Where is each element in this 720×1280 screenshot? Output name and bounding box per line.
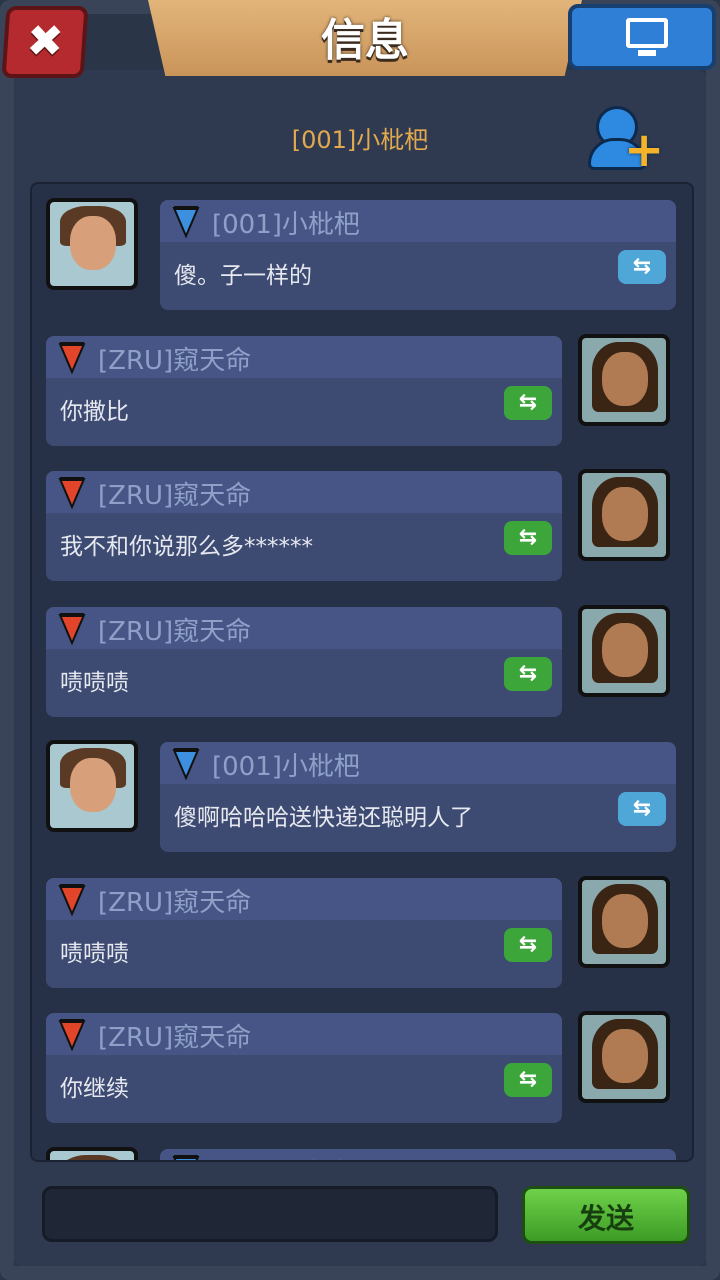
- close-button[interactable]: ✖: [1, 6, 89, 78]
- message-bubble: [ZRU]窥天命你继续 ⇆: [46, 1013, 562, 1123]
- bubble-header: [ZRU]窥天命: [46, 335, 562, 378]
- sender-name[interactable]: [ZRU]窥天命: [98, 1017, 251, 1054]
- add-friend-button[interactable]: +: [584, 100, 665, 178]
- translate-icon[interactable]: ⇆: [504, 656, 552, 691]
- message-bubble: [001]小枇杷傻啊哈哈哈送快递还聪明人了 ⇆: [160, 742, 676, 852]
- monitor-stand: [638, 50, 656, 56]
- translate-icon[interactable]: ⇆: [504, 521, 552, 555]
- red-banner-icon: [58, 611, 86, 646]
- blue-banner-icon: [172, 204, 200, 239]
- message-bubble: [001]小枇杷傻。子一样的 ⇆: [160, 200, 676, 310]
- red-banner-icon: [58, 1017, 86, 1052]
- red-banner-icon: [58, 882, 86, 917]
- bubble-header: [001]小枇杷: [160, 1148, 676, 1161]
- send-button[interactable]: 发送: [522, 1186, 690, 1244]
- blue-banner-icon: [172, 746, 200, 781]
- message-bubble: [ZRU]窥天命啧啧啧 ⇆: [46, 877, 562, 988]
- chat-message: [ZRU]窥天命你继续 ⇆: [32, 997, 692, 1123]
- avatar[interactable]: [578, 604, 670, 697]
- chat-message: [ZRU]窥天命你撒比 ⇆: [32, 320, 692, 446]
- message-bubble: [001]小枇杷⇆: [160, 1148, 676, 1161]
- message-input[interactable]: [42, 1186, 498, 1242]
- sender-name[interactable]: [ZRU]窥天命: [98, 475, 251, 512]
- translate-icon[interactable]: ⇆: [504, 927, 552, 962]
- avatar[interactable]: [578, 875, 670, 968]
- translate-icon[interactable]: ⇆: [504, 1063, 552, 1097]
- message-text: 傻啊哈哈哈送快递还聪明人了: [174, 805, 473, 831]
- message-bubble: [ZRU]窥天命你撒比 ⇆: [46, 335, 562, 446]
- message-text: 你继续: [60, 1076, 129, 1102]
- translate-icon[interactable]: ⇆: [618, 250, 666, 284]
- translate-icon[interactable]: ⇆: [618, 792, 666, 826]
- translate-icon[interactable]: ⇆: [504, 385, 552, 420]
- message-text: 我不和你说那么多******: [60, 534, 313, 560]
- page-title: 信息: [321, 15, 409, 66]
- sender-name[interactable]: [001]小枇杷: [212, 746, 360, 783]
- message-bubble: [ZRU]窥天命啧啧啧 ⇆: [46, 606, 562, 717]
- avatar[interactable]: [46, 198, 138, 290]
- close-icon: ✖: [24, 16, 66, 67]
- message-text: 啧啧啧: [60, 940, 129, 967]
- bubble-header: [ZRU]窥天命: [46, 606, 562, 649]
- blue-banner-icon: [172, 1153, 200, 1160]
- avatar[interactable]: [578, 333, 670, 426]
- avatar[interactable]: [578, 1011, 670, 1103]
- message-text: 傻。子一样的: [174, 263, 312, 289]
- red-banner-icon: [58, 340, 86, 375]
- game-frame: 信息 ✖ [001]小枇杷 + [001]小枇杷 傻。子一样的 ⇆ [ZRU]窥天命你…: [0, 0, 720, 1280]
- bubble-header: [001]小枇杷: [160, 200, 676, 242]
- sender-name[interactable]: [ZRU]窥天命: [98, 340, 251, 377]
- sender-name[interactable]: [001]小枇杷: [212, 204, 360, 241]
- bubble-header: [001]小枇杷: [160, 742, 676, 784]
- chat-message: [ZRU]窥天命我不和你说那么多****** ⇆: [32, 455, 692, 581]
- chat-message: [001]小枇杷傻。子一样的 ⇆: [32, 184, 692, 310]
- chat-message: [001]小枇杷傻啊哈哈哈送快递还聪明人了 ⇆: [32, 726, 692, 852]
- monitor-icon: [626, 18, 668, 48]
- chat-message: [ZRU]窥天命啧啧啧 ⇆: [32, 862, 692, 988]
- bubble-header: [ZRU]窥天命: [46, 1013, 562, 1055]
- screen-button[interactable]: [568, 4, 716, 70]
- plus-icon: +: [624, 122, 665, 178]
- sender-name[interactable]: [ZRU]窥天命: [98, 611, 251, 648]
- avatar[interactable]: [46, 1146, 138, 1160]
- message-bubble: [ZRU]窥天命我不和你说那么多****** ⇆: [46, 471, 562, 581]
- send-label: 发送: [577, 1202, 634, 1235]
- sender-name[interactable]: [001]小枇杷: [212, 1153, 360, 1161]
- message-text: 你撒比: [60, 398, 129, 425]
- avatar[interactable]: [578, 469, 670, 561]
- chat-message: [ZRU]窥天命啧啧啧 ⇆: [32, 591, 692, 717]
- chat-message: [001]小枇杷⇆: [32, 1133, 692, 1161]
- red-banner-icon: [58, 475, 86, 510]
- avatar[interactable]: [46, 740, 138, 832]
- message-text: 啧啧啧: [60, 669, 129, 696]
- bubble-header: [ZRU]窥天命: [46, 471, 562, 513]
- chat-list[interactable]: [001]小枇杷 傻。子一样的 ⇆ [ZRU]窥天命 你撒比 ⇆ [ZRU]窥天命 我不和你说…: [30, 182, 694, 1162]
- bubble-header: [ZRU]窥天命: [46, 877, 562, 920]
- sender-name[interactable]: [ZRU]窥天命: [98, 882, 251, 919]
